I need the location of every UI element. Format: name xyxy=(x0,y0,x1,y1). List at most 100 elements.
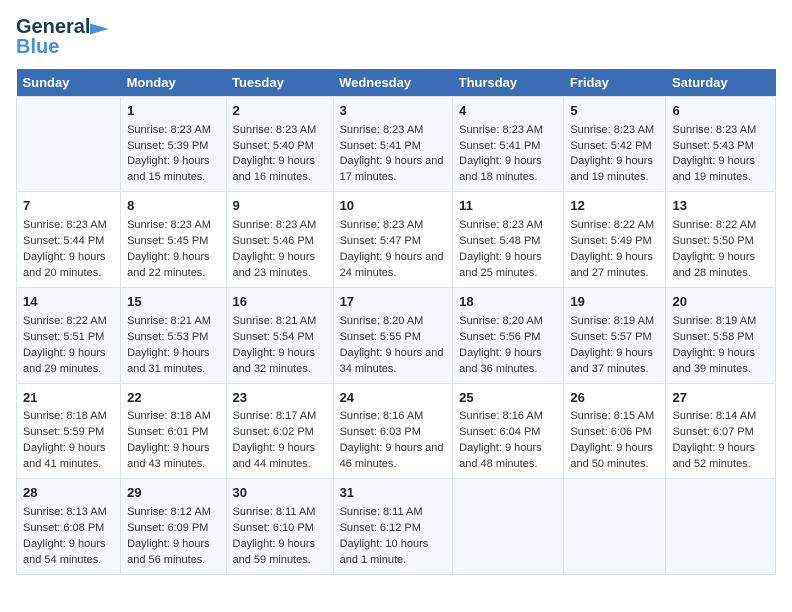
week-row-5: 28 Sunrise: 8:13 AMSunset: 6:08 PMDayligh… xyxy=(17,479,776,575)
calendar-cell: 28 Sunrise: 8:13 AMSunset: 6:08 PMDayligh… xyxy=(17,479,121,575)
page-header: General Blue xyxy=(16,16,776,57)
cell-content: Sunrise: 8:23 AMSunset: 5:41 PMDaylight:… xyxy=(459,123,557,187)
cell-content: Sunrise: 8:22 AMSunset: 5:49 PMDaylight:… xyxy=(570,218,659,282)
day-number: 12 xyxy=(570,197,659,216)
cell-content: Sunrise: 8:19 AMSunset: 5:58 PMDaylight:… xyxy=(672,314,769,378)
cell-content: Sunrise: 8:23 AMSunset: 5:47 PMDaylight:… xyxy=(340,218,447,282)
calendar-cell: 20Sunrise: 8:19 AMSunset: 5:58 PMDayligh… xyxy=(666,287,776,383)
cell-content: Sunrise: 8:11 AMSunset: 6:10 PMDaylight:… xyxy=(233,505,327,569)
day-number: 16 xyxy=(233,293,327,312)
calendar-cell: 1Sunrise: 8:23 AMSunset: 5:39 PMDaylight… xyxy=(121,96,226,192)
cell-content: Sunrise: 8:21 AMSunset: 5:53 PMDaylight:… xyxy=(127,314,219,378)
header-thursday: Thursday xyxy=(453,69,564,97)
week-row-2: 7 Sunrise: 8:23 AMSunset: 5:44 PMDaylight… xyxy=(17,192,776,288)
calendar-table: SundayMondayTuesdayWednesdayThursdayFrid… xyxy=(16,69,776,575)
day-number: 31 xyxy=(340,484,447,503)
cell-content: Sunrise: 8:16 AMSunset: 6:03 PMDaylight:… xyxy=(340,409,447,473)
calendar-cell: 22Sunrise: 8:18 AMSunset: 6:01 PMDayligh… xyxy=(121,383,226,479)
day-number: 25 xyxy=(459,389,557,408)
day-number: 13 xyxy=(672,197,769,216)
cell-content: Sunrise: 8:23 AMSunset: 5:41 PMDaylight:… xyxy=(340,123,447,187)
calendar-cell: 18 Sunrise: 8:20 AMSunset: 5:56 PMDayligh… xyxy=(453,287,564,383)
day-number: 5 xyxy=(570,102,659,121)
header-monday: Monday xyxy=(121,69,226,97)
day-number: 1 xyxy=(127,102,219,121)
header-wednesday: Wednesday xyxy=(333,69,453,97)
cell-content: Sunrise: 8:23 AMSunset: 5:46 PMDaylight:… xyxy=(233,218,327,282)
calendar-cell: 12 Sunrise: 8:22 AMSunset: 5:49 PMDayligh… xyxy=(564,192,666,288)
calendar-cell: 25Sunrise: 8:16 AMSunset: 6:04 PMDayligh… xyxy=(453,383,564,479)
calendar-cell xyxy=(453,479,564,575)
logo: General Blue xyxy=(16,16,110,57)
cell-content: Sunrise: 8:23 AMSunset: 5:43 PMDaylight:… xyxy=(672,123,769,187)
cell-content: Sunrise: 8:20 AMSunset: 5:56 PMDaylight:… xyxy=(459,314,557,378)
cell-content: Sunrise: 8:13 AMSunset: 6:08 PMDaylight:… xyxy=(23,505,114,569)
cell-content: Sunrise: 8:23 AMSunset: 5:42 PMDaylight:… xyxy=(570,123,659,187)
calendar-cell: 27Sunrise: 8:14 AMSunset: 6:07 PMDayligh… xyxy=(666,383,776,479)
calendar-cell: 15 Sunrise: 8:21 AMSunset: 5:53 PMDayligh… xyxy=(121,287,226,383)
day-number: 21 xyxy=(23,389,114,408)
day-number: 10 xyxy=(340,197,447,216)
day-number: 28 xyxy=(23,484,114,503)
day-number: 29 xyxy=(127,484,219,503)
day-number: 7 xyxy=(23,197,114,216)
calendar-cell xyxy=(564,479,666,575)
day-number: 27 xyxy=(672,389,769,408)
cell-content: Sunrise: 8:18 AMSunset: 6:01 PMDaylight:… xyxy=(127,409,219,473)
week-row-3: 14 Sunrise: 8:22 AMSunset: 5:51 PMDayligh… xyxy=(17,287,776,383)
calendar-cell xyxy=(17,96,121,192)
day-number: 9 xyxy=(233,197,327,216)
calendar-cell: 29Sunrise: 8:12 AMSunset: 6:09 PMDayligh… xyxy=(121,479,226,575)
calendar-cell: 2Sunrise: 8:23 AMSunset: 5:40 PMDaylight… xyxy=(226,96,333,192)
day-number: 17 xyxy=(340,293,447,312)
header-saturday: Saturday xyxy=(666,69,776,97)
day-number: 24 xyxy=(340,389,447,408)
calendar-cell: 17 Sunrise: 8:20 AMSunset: 5:55 PMDayligh… xyxy=(333,287,453,383)
cell-content: Sunrise: 8:23 AMSunset: 5:44 PMDaylight:… xyxy=(23,218,114,282)
header-row: SundayMondayTuesdayWednesdayThursdayFrid… xyxy=(17,69,776,97)
cell-content: Sunrise: 8:18 AMSunset: 5:59 PMDaylight:… xyxy=(23,409,114,473)
cell-content: Sunrise: 8:17 AMSunset: 6:02 PMDaylight:… xyxy=(233,409,327,473)
cell-content: Sunrise: 8:14 AMSunset: 6:07 PMDaylight:… xyxy=(672,409,769,473)
cell-content: Sunrise: 8:23 AMSunset: 5:45 PMDaylight:… xyxy=(127,218,219,282)
calendar-cell: 10 Sunrise: 8:23 AMSunset: 5:47 PMDayligh… xyxy=(333,192,453,288)
calendar-cell: 21Sunrise: 8:18 AMSunset: 5:59 PMDayligh… xyxy=(17,383,121,479)
header-friday: Friday xyxy=(564,69,666,97)
day-number: 4 xyxy=(459,102,557,121)
calendar-cell: 8 Sunrise: 8:23 AMSunset: 5:45 PMDaylight… xyxy=(121,192,226,288)
calendar-cell: 11 Sunrise: 8:23 AMSunset: 5:48 PMDayligh… xyxy=(453,192,564,288)
calendar-cell: 6 Sunrise: 8:23 AMSunset: 5:43 PMDaylight… xyxy=(666,96,776,192)
calendar-cell: 16Sunrise: 8:21 AMSunset: 5:54 PMDayligh… xyxy=(226,287,333,383)
cell-content: Sunrise: 8:23 AMSunset: 5:48 PMDaylight:… xyxy=(459,218,557,282)
cell-content: Sunrise: 8:15 AMSunset: 6:06 PMDaylight:… xyxy=(570,409,659,473)
calendar-cell: 23Sunrise: 8:17 AMSunset: 6:02 PMDayligh… xyxy=(226,383,333,479)
calendar-cell: 24Sunrise: 8:16 AMSunset: 6:03 PMDayligh… xyxy=(333,383,453,479)
logo-blue-text: Blue xyxy=(16,36,59,58)
calendar-cell: 4 Sunrise: 8:23 AMSunset: 5:41 PMDaylight… xyxy=(453,96,564,192)
day-number: 18 xyxy=(459,293,557,312)
calendar-cell xyxy=(666,479,776,575)
calendar-cell: 31Sunrise: 8:11 AMSunset: 6:12 PMDayligh… xyxy=(333,479,453,575)
calendar-cell: 5 Sunrise: 8:23 AMSunset: 5:42 PMDaylight… xyxy=(564,96,666,192)
cell-content: Sunrise: 8:23 AMSunset: 5:40 PMDaylight:… xyxy=(233,123,327,187)
calendar-cell: 30Sunrise: 8:11 AMSunset: 6:10 PMDayligh… xyxy=(226,479,333,575)
day-number: 11 xyxy=(459,197,557,216)
calendar-cell: 9 Sunrise: 8:23 AMSunset: 5:46 PMDaylight… xyxy=(226,192,333,288)
cell-content: Sunrise: 8:19 AMSunset: 5:57 PMDaylight:… xyxy=(570,314,659,378)
calendar-cell: 19 Sunrise: 8:19 AMSunset: 5:57 PMDayligh… xyxy=(564,287,666,383)
day-number: 22 xyxy=(127,389,219,408)
day-number: 14 xyxy=(23,293,114,312)
logo-general-text: General xyxy=(16,16,90,38)
day-number: 8 xyxy=(127,197,219,216)
calendar-cell: 26Sunrise: 8:15 AMSunset: 6:06 PMDayligh… xyxy=(564,383,666,479)
day-number: 19 xyxy=(570,293,659,312)
cell-content: Sunrise: 8:20 AMSunset: 5:55 PMDaylight:… xyxy=(340,314,447,378)
cell-content: Sunrise: 8:22 AMSunset: 5:51 PMDaylight:… xyxy=(23,314,114,378)
day-number: 3 xyxy=(340,102,447,121)
calendar-cell: 7 Sunrise: 8:23 AMSunset: 5:44 PMDaylight… xyxy=(17,192,121,288)
cell-content: Sunrise: 8:16 AMSunset: 6:04 PMDaylight:… xyxy=(459,409,557,473)
week-row-4: 21Sunrise: 8:18 AMSunset: 5:59 PMDayligh… xyxy=(17,383,776,479)
day-number: 6 xyxy=(672,102,769,121)
day-number: 15 xyxy=(127,293,219,312)
cell-content: Sunrise: 8:22 AMSunset: 5:50 PMDaylight:… xyxy=(672,218,769,282)
